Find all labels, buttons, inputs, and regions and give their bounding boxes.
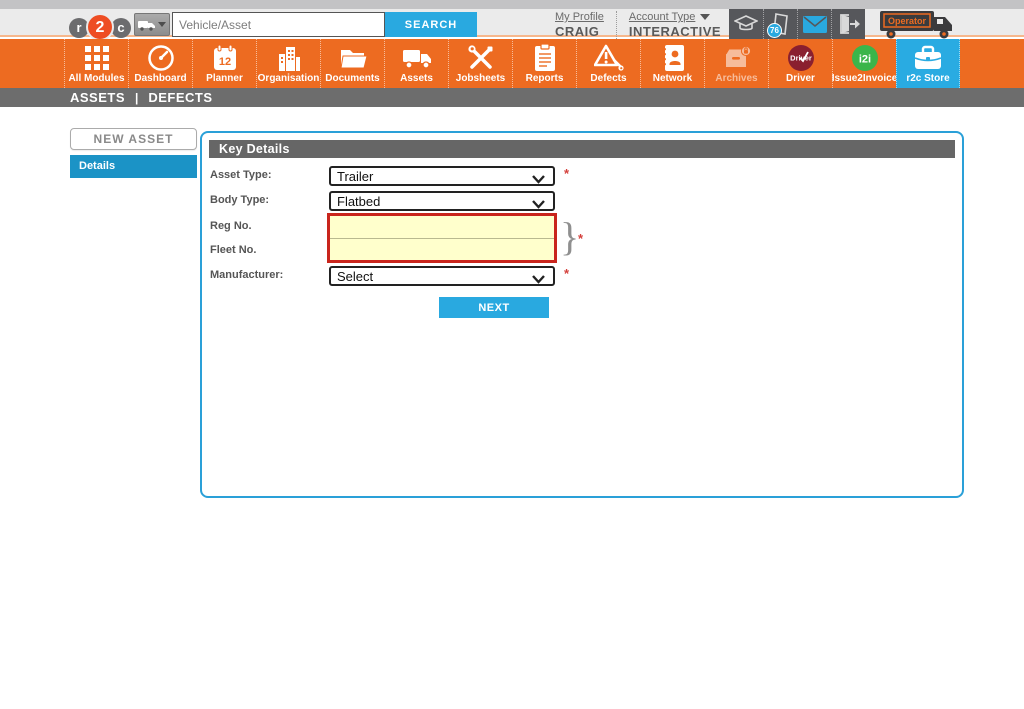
nav-item-reports[interactable]: Reports (512, 39, 576, 88)
nav-item-r2c-store[interactable]: r2c Store (896, 39, 960, 88)
my-profile-column: My Profile CRAIG (543, 11, 616, 39)
noticeboard-button[interactable]: 76 (763, 9, 797, 39)
main-navigation: All Modules Dashboard 12 Planner (0, 39, 1024, 88)
nav-item-all-modules[interactable]: All Modules (64, 39, 128, 88)
group-brace: } (560, 212, 579, 262)
vehicle-truck-icon (138, 19, 155, 31)
address-book-icon (661, 43, 685, 73)
warning-wrench-icon (594, 43, 624, 73)
account-type-value: INTERACTIVE (629, 24, 721, 39)
profile-block: My Profile CRAIG Account Type INTERACTIV… (543, 11, 733, 39)
svg-text:c: c (117, 20, 124, 35)
breadcrumb-assets[interactable]: ASSETS (70, 90, 125, 105)
nav-item-archives[interactable]: Archives (704, 39, 768, 88)
nav-item-issue2invoice[interactable]: i2i Issue2Invoice (832, 39, 896, 88)
r2c-logo-icon: r c 2 (68, 12, 134, 42)
nav-item-network[interactable]: Network (640, 39, 704, 88)
operator-truck-icon: Operator (878, 7, 958, 41)
manufacturer-label: Manufacturer: (210, 269, 283, 281)
required-fields-group (327, 213, 557, 263)
key-details-panel: Key Details Asset Type: Trailer * Body T… (200, 131, 964, 498)
manufacturer-value: Select (337, 269, 373, 284)
envelope-icon (803, 16, 827, 33)
operator-logo[interactable]: Operator (878, 7, 958, 41)
account-type-column: Account Type INTERACTIVE (616, 11, 733, 39)
manufacturer-select[interactable]: Select (329, 266, 555, 286)
svg-text:Operator: Operator (888, 16, 927, 26)
breadcrumb: ASSETS | DEFECTS (0, 88, 1024, 107)
gauge-icon (147, 43, 175, 73)
nav-item-driver[interactable]: Driver Driver (768, 39, 832, 88)
folder-icon (339, 43, 367, 73)
notification-count-badge: 76 (767, 23, 782, 38)
svg-text:i2i: i2i (858, 54, 870, 66)
new-asset-button[interactable]: NEW ASSET (70, 128, 197, 150)
tools-icon (467, 43, 495, 73)
nav-item-assets[interactable]: Assets (384, 39, 448, 88)
chevron-down-icon (700, 14, 710, 20)
username-label: CRAIG (555, 24, 604, 39)
my-profile-link[interactable]: My Profile (555, 11, 604, 23)
chevron-down-icon (531, 272, 546, 287)
driver-circle-icon: Driver (787, 43, 815, 73)
top-header-bar: r c 2 SEARCH My Profile CRAIG (0, 9, 1024, 37)
asset-type-value: Trailer (337, 169, 373, 184)
exit-door-icon (838, 14, 860, 34)
truck-icon (402, 43, 432, 73)
clipboard-icon (534, 43, 556, 73)
chevron-down-icon (531, 172, 546, 187)
search-input[interactable] (172, 12, 385, 37)
chevron-down-icon (158, 22, 166, 27)
manufacturer-required-marker: * (564, 266, 569, 281)
breadcrumb-defects[interactable]: DEFECTS (148, 90, 212, 105)
nav-item-planner[interactable]: 12 Planner (192, 39, 256, 88)
grid-icon (84, 43, 110, 73)
fleet-no-label: Fleet No. (210, 244, 256, 256)
buildings-icon (276, 43, 302, 73)
panel-title: Key Details (209, 140, 955, 158)
next-button[interactable]: NEXT (439, 297, 549, 318)
asset-type-required-marker: * (564, 166, 569, 181)
briefcase-icon (914, 43, 942, 73)
svg-text:2: 2 (96, 19, 105, 36)
body-type-select[interactable]: Flatbed (329, 191, 555, 211)
browser-top-strip (0, 0, 1024, 9)
notification-tray: 76 (729, 9, 865, 39)
body-type-value: Flatbed (337, 194, 380, 209)
drawer-lock-icon (722, 43, 752, 73)
body-type-label: Body Type: (210, 194, 269, 206)
search-button[interactable]: SEARCH (385, 12, 477, 37)
i2i-circle-icon: i2i (851, 43, 879, 73)
account-type-link[interactable]: Account Type (629, 11, 695, 23)
reg-no-label: Reg No. (210, 220, 252, 232)
breadcrumb-separator: | (135, 91, 138, 105)
svg-text:12: 12 (218, 56, 230, 68)
nav-item-dashboard[interactable]: Dashboard (128, 39, 192, 88)
logout-button[interactable] (831, 9, 865, 39)
nav-item-documents[interactable]: Documents (320, 39, 384, 88)
r2c-logo[interactable]: r c 2 (68, 12, 134, 42)
nav-item-jobsheets[interactable]: Jobsheets (448, 39, 512, 88)
calendar-icon: 12 (212, 43, 238, 73)
search-type-dropdown[interactable] (134, 13, 170, 36)
asset-type-label: Asset Type: (210, 169, 272, 181)
nav-item-defects[interactable]: Defects (576, 39, 640, 88)
messages-button[interactable] (797, 9, 831, 39)
group-required-marker: * (578, 231, 583, 246)
nav-item-organisation[interactable]: Organisation (256, 39, 320, 88)
graduation-cap-icon (734, 15, 758, 33)
fleet-no-input[interactable] (330, 238, 554, 260)
reg-no-input[interactable] (330, 216, 554, 238)
training-button[interactable] (729, 9, 763, 39)
sidebar-tab-details[interactable]: Details (70, 155, 197, 178)
asset-type-select[interactable]: Trailer (329, 166, 555, 186)
chevron-down-icon (531, 197, 546, 212)
app-window: r c 2 SEARCH My Profile CRAIG (0, 0, 1024, 709)
svg-text:r: r (76, 20, 81, 35)
